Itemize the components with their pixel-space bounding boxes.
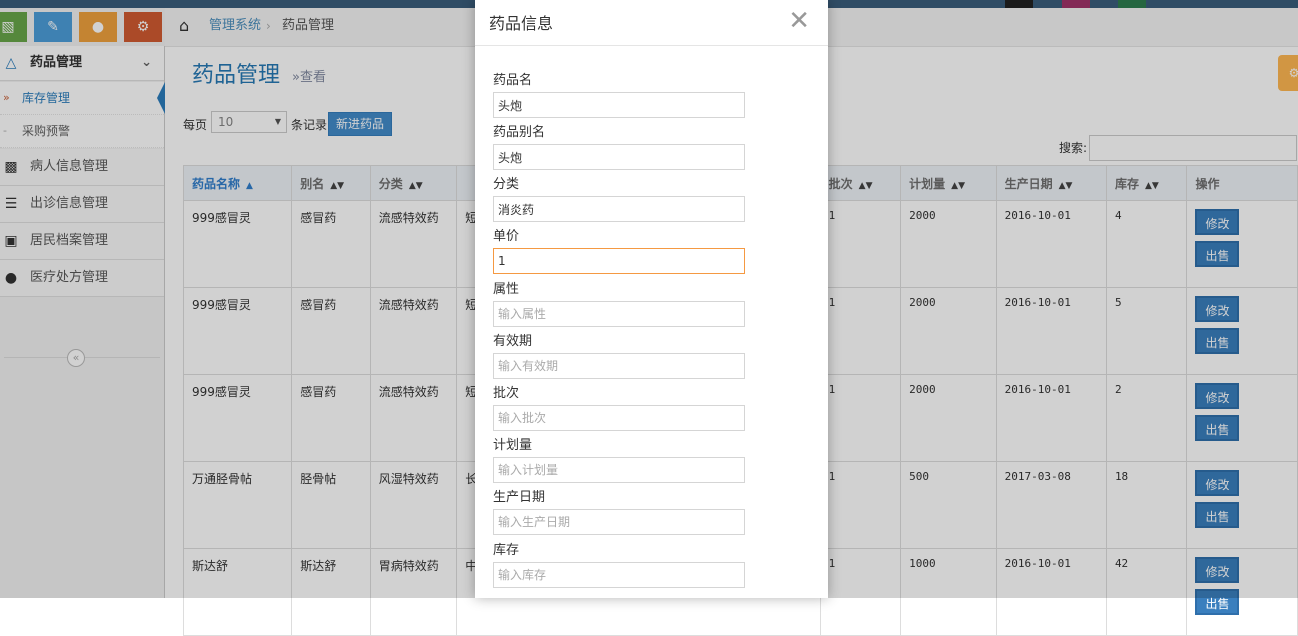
drug-name-input[interactable] bbox=[493, 92, 745, 118]
batch-input[interactable] bbox=[493, 405, 745, 431]
drug-alias-input[interactable] bbox=[493, 144, 745, 170]
field-label-drug-name: 药品名 bbox=[493, 73, 533, 88]
field-label-validity: 有效期 bbox=[493, 334, 533, 349]
planned-input[interactable] bbox=[493, 457, 745, 483]
production-date-input[interactable] bbox=[493, 509, 745, 535]
attribute-input[interactable] bbox=[493, 301, 745, 327]
field-label-category: 分类 bbox=[493, 177, 520, 192]
field-label-production-date: 生产日期 bbox=[493, 490, 546, 505]
field-label-unit-price: 单价 bbox=[493, 229, 520, 244]
modal-title: 药品信息 bbox=[489, 14, 554, 33]
field-label-attribute: 属性 bbox=[493, 282, 520, 297]
validity-input[interactable] bbox=[493, 353, 745, 379]
field-label-stock: 库存 bbox=[493, 543, 520, 558]
close-icon[interactable]: ✕ bbox=[788, 6, 810, 36]
category-input[interactable] bbox=[493, 196, 745, 222]
field-label-batch: 批次 bbox=[493, 386, 520, 401]
modal-header: 药品信息 ✕ bbox=[475, 0, 828, 46]
drug-info-modal: 药品信息 ✕ 药品名 药品别名 分类 单价 属性 有效期 批次 计划量 生产日期… bbox=[475, 0, 828, 598]
field-label-planned: 计划量 bbox=[493, 438, 533, 453]
stock-input[interactable] bbox=[493, 562, 745, 588]
unit-price-input[interactable] bbox=[493, 248, 745, 274]
field-label-drug-alias: 药品别名 bbox=[493, 125, 546, 140]
